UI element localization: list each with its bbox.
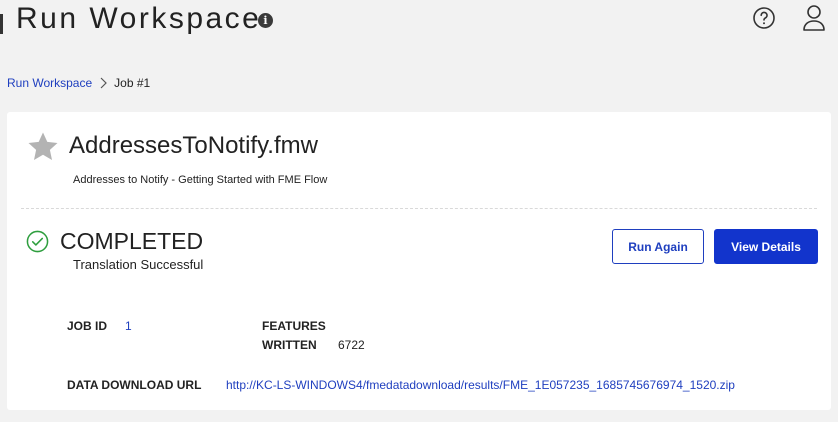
features-written-value: 6722 — [338, 338, 365, 352]
user-icon[interactable] — [802, 4, 826, 32]
left-edge-bar — [0, 14, 3, 34]
job-id-value: 1 — [125, 319, 132, 333]
page-title: Run Workspace — [16, 2, 262, 35]
breadcrumb-current: Job #1 — [114, 76, 151, 90]
view-details-button[interactable]: View Details — [714, 229, 818, 264]
info-icon[interactable]: i — [258, 13, 273, 28]
download-url-label: DATA DOWNLOAD URL — [67, 378, 202, 392]
features-label: FEATURES — [262, 319, 326, 333]
breadcrumb: Run Workspace Job #1 — [7, 76, 150, 90]
download-url-link[interactable]: http://KC-LS-WINDOWS4/fmedatadownload/re… — [226, 378, 735, 392]
workspace-name: AddressesToNotify.fmw — [69, 132, 318, 159]
job-status: COMPLETED — [60, 228, 204, 254]
breadcrumb-run-workspace-link[interactable]: Run Workspace — [7, 76, 92, 90]
workspace-description: Addresses to Notify - Getting Started wi… — [73, 174, 328, 186]
job-card: AddressesToNotify.fmw Addresses to Notif… — [7, 112, 831, 410]
check-circle-icon — [26, 230, 49, 253]
section-divider — [21, 208, 817, 209]
run-again-button[interactable]: Run Again — [612, 229, 704, 264]
chevron-right-icon — [100, 77, 108, 89]
favorite-star-icon[interactable] — [27, 131, 59, 163]
job-id-label: JOB ID — [67, 319, 108, 333]
job-status-message: Translation Successful — [73, 257, 204, 272]
help-icon[interactable] — [752, 6, 776, 30]
written-label: WRITTEN — [262, 338, 317, 352]
